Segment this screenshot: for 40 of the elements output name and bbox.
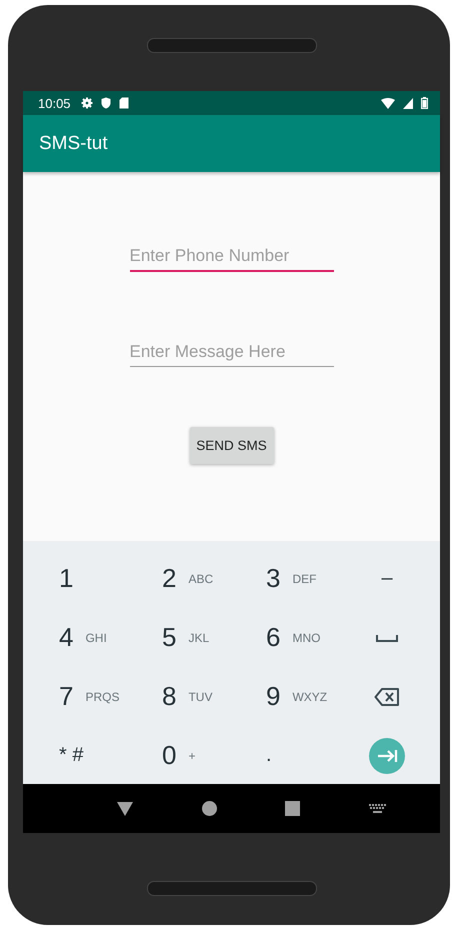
- key-label[interactable]: 2: [162, 563, 176, 594]
- sd-card-icon: [118, 97, 129, 109]
- recents-icon[interactable]: [285, 801, 300, 816]
- battery-icon: [421, 97, 428, 109]
- key-label[interactable]: 8: [162, 681, 176, 712]
- space-key-icon[interactable]: [376, 634, 398, 642]
- status-time: 10:05: [38, 96, 71, 110]
- key-letters: ABC: [188, 572, 214, 586]
- key-letters: WXYZ: [292, 690, 328, 704]
- back-icon[interactable]: [117, 802, 134, 816]
- wifi-icon: [381, 98, 395, 108]
- key-letters: +: [188, 748, 196, 762]
- key-label[interactable]: 0: [162, 740, 176, 771]
- key-label[interactable]: –: [381, 567, 393, 590]
- key-letters: TUV: [188, 690, 212, 704]
- send-sms-button[interactable]: SEND SMS: [190, 427, 274, 464]
- input-field[interactable]: Enter Phone Number: [130, 244, 334, 272]
- input-field[interactable]: Enter Message Here: [130, 340, 334, 367]
- app-title: SMS-tut: [39, 132, 108, 154]
- key-label[interactable]: .: [266, 744, 272, 767]
- key-label[interactable]: 3: [266, 563, 280, 594]
- next-field-icon[interactable]: [369, 738, 405, 774]
- gear-icon: [80, 97, 93, 109]
- key-label[interactable]: * #: [59, 744, 84, 767]
- shield-icon: [100, 97, 111, 109]
- home-icon[interactable]: [202, 801, 217, 816]
- key-label[interactable]: 9: [266, 681, 280, 712]
- key-label[interactable]: 5: [162, 622, 176, 653]
- key-letters: JKL: [188, 630, 210, 644]
- key-label[interactable]: 4: [59, 622, 74, 653]
- key-label[interactable]: 1: [59, 563, 74, 594]
- signal-icon: [403, 98, 413, 108]
- key-label[interactable]: 7: [59, 681, 74, 712]
- key-letters: DEF: [292, 572, 316, 586]
- key-letters: GHI: [85, 630, 107, 644]
- backspace-icon[interactable]: [374, 686, 400, 706]
- key-letters: MNO: [292, 630, 320, 644]
- key-letters: PRQS: [85, 690, 120, 704]
- keyboard-icon[interactable]: [368, 804, 386, 813]
- key-label[interactable]: 6: [266, 622, 280, 653]
